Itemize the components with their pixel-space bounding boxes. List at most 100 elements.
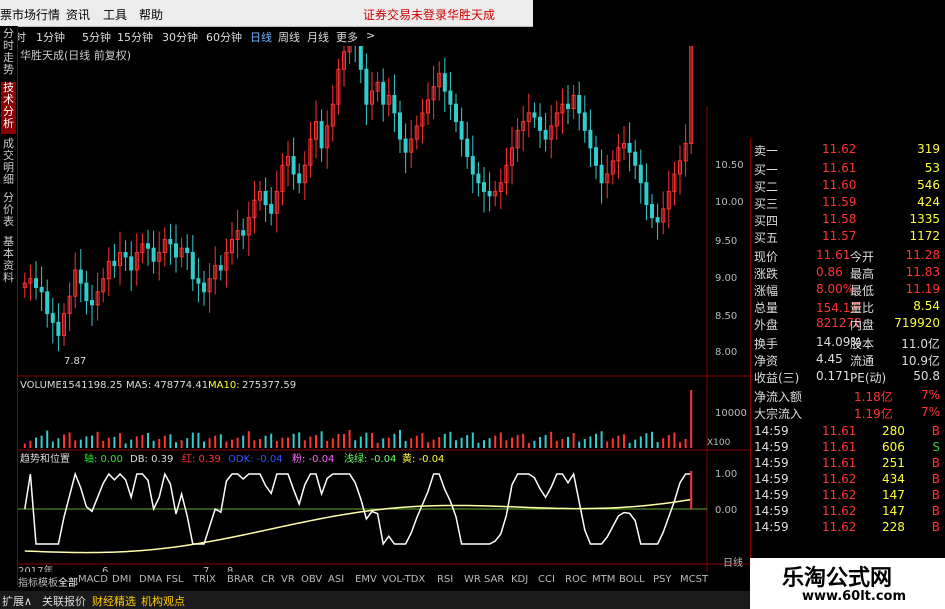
candle-body	[566, 103, 570, 110]
stat-label: 涨幅	[754, 284, 779, 298]
stat-label: 净资	[754, 354, 779, 368]
indicator-tab[interactable]: MTM	[592, 574, 615, 585]
indicator-tab[interactable]: MCST	[680, 574, 708, 585]
indicator-tab[interactable]: CCI	[538, 574, 555, 585]
tick-row[interactable]: 14:59 11.61 251 B	[754, 456, 944, 472]
period-tab[interactable]: 60分钟	[206, 29, 242, 45]
period-tab-next[interactable]: >	[366, 29, 375, 42]
flow-row[interactable]: 净流入额 1.18亿 7%	[754, 388, 944, 404]
order-book-row[interactable]: 买二 11.60 546	[754, 178, 944, 194]
indicator-tab[interactable]: FSL	[166, 574, 184, 585]
stat-row[interactable]: 净资 4.45 流通 10.9亿	[754, 352, 944, 368]
login-notice[interactable]: 证券交易未登录	[363, 6, 447, 23]
nav-tab-timeshare[interactable]: 分时走势	[1, 28, 16, 78]
price-tick: 8.00	[715, 347, 737, 358]
tick-time: 14:59	[754, 456, 789, 470]
indicator-tab[interactable]: VOL-TDX	[382, 574, 425, 585]
status-finance-picks[interactable]: 财经精选	[92, 593, 136, 609]
book-volume: 546	[917, 178, 940, 192]
indicator-tab[interactable]: BRAR	[227, 574, 254, 585]
menu-help[interactable]: 帮助	[139, 6, 163, 23]
period-tab-daily[interactable]: 日线	[250, 29, 272, 45]
indicator-tab[interactable]: EMV	[355, 574, 377, 585]
period-tab-more[interactable]: 更多	[336, 29, 358, 45]
period-tab[interactable]: 5分钟	[82, 29, 111, 45]
menu-tools[interactable]: 工具	[103, 6, 127, 23]
stat-row[interactable]: 涨幅 8.00% 最低 11.19	[754, 282, 944, 298]
chart-area[interactable]: 华胜天成(日线 前复权) 10.50 10.00 9.50 9.00 8.50 …	[18, 46, 750, 572]
ma5-value: 478774.41	[154, 380, 208, 391]
tick-volume: 606	[882, 440, 905, 454]
tick-price: 11.62	[822, 504, 857, 518]
tick-row[interactable]: 14:59 11.61 280 B	[754, 424, 944, 440]
indicator-tab[interactable]: KDJ	[511, 574, 528, 585]
indicator-tab[interactable]: MACD	[78, 574, 108, 585]
stat-row[interactable]: 涨跌 0.86 最高 11.83	[754, 265, 944, 281]
stat-label: 最高	[850, 267, 875, 281]
indicator-tab[interactable]: RSI	[437, 574, 453, 585]
tick-price: 11.62	[822, 488, 857, 502]
period-tab[interactable]: 15分钟	[117, 29, 153, 45]
indicator-tab[interactable]: 指标	[18, 574, 38, 589]
tick-side: B	[931, 424, 940, 438]
indicator-tab[interactable]: CR	[261, 574, 275, 585]
indicator-tab[interactable]: BOLL	[619, 574, 645, 585]
order-book-row[interactable]: 买五 11.57 1172	[754, 229, 944, 245]
tick-price: 11.61	[822, 440, 857, 454]
tick-row[interactable]: 14:59 11.62 228 B	[754, 520, 944, 536]
indicator-tab[interactable]: TRIX	[193, 574, 216, 585]
indicator-tab[interactable]: VR	[281, 574, 295, 585]
tick-row[interactable]: 14:59 11.61 606 S	[754, 440, 944, 456]
order-book-row[interactable]: 买三 11.59 424	[754, 195, 944, 211]
stat-row[interactable]: 现价 11.61 今开 11.28	[754, 248, 944, 264]
flow-row[interactable]: 大宗流入 1.19亿 7%	[754, 405, 944, 421]
indicator-tab[interactable]: DMA	[139, 574, 162, 585]
status-institution[interactable]: 机构观点	[141, 593, 185, 609]
status-expand[interactable]: 扩展∧	[2, 593, 32, 609]
candle-body	[532, 112, 537, 118]
nav-tab-price-table[interactable]: 分价表	[1, 192, 16, 232]
broker-name[interactable]: 华胜天成	[447, 6, 495, 23]
stat-value: 11.83	[905, 265, 940, 279]
candle-body	[392, 94, 397, 114]
indicator-tab[interactable]: WR	[464, 574, 481, 585]
candle-body	[297, 173, 302, 184]
indicator-tab[interactable]: OBV	[301, 574, 322, 585]
indicator-tab[interactable]: DMI	[112, 574, 131, 585]
order-book-row[interactable]: 买一 11.61 53	[754, 161, 944, 177]
tick-side: B	[931, 472, 940, 486]
indicator-tab[interactable]: ROC	[565, 574, 587, 585]
indicator-tab[interactable]: 模板	[38, 574, 58, 589]
tick-volume: 147	[882, 488, 905, 502]
candle-body	[650, 204, 654, 219]
candle-body	[291, 156, 296, 175]
tick-row[interactable]: 14:59 11.62 434 B	[754, 472, 944, 488]
indicator-tab[interactable]: ASI	[328, 574, 344, 585]
period-tab[interactable]: 周线	[278, 29, 300, 45]
nav-tab-trades[interactable]: 成交明细	[1, 138, 16, 188]
candle-body	[39, 286, 44, 293]
stat-row[interactable]: 收益(三) 0.171 PE(动) 50.8	[754, 369, 944, 385]
tick-row[interactable]: 14:59 11.62 147 B	[754, 504, 944, 520]
nav-tab-fundamentals[interactable]: 基本资料	[1, 236, 16, 288]
period-tab[interactable]: 月线	[307, 29, 329, 45]
stat-value: 11.0亿	[901, 337, 940, 351]
stat-row[interactable]: 换手 14.09% 股本 11.0亿	[754, 335, 944, 351]
menu-news[interactable]: 资讯	[66, 6, 90, 23]
candle-body	[78, 269, 83, 284]
stat-row[interactable]: 外盘 821278 内盘 719920	[754, 316, 944, 332]
menu-market[interactable]: 票市场行情	[0, 6, 60, 23]
indicator-tab[interactable]: SAR	[484, 574, 504, 585]
tick-row[interactable]: 14:59 11.62 147 B	[754, 488, 944, 504]
period-tab[interactable]: 1分钟	[36, 29, 65, 45]
period-tab[interactable]: 30分钟	[162, 29, 198, 45]
order-book-row[interactable]: 卖一 11.62 319	[754, 142, 944, 158]
indicator-tab[interactable]: 全部	[58, 574, 78, 589]
status-related-quote[interactable]: 关联报价	[42, 593, 86, 609]
nav-tab-technical[interactable]: 技术分析	[1, 82, 16, 134]
kline-chart[interactable]: 华胜天成(日线 前复权) 10.50 10.00 9.50 9.00 8.50 …	[18, 46, 750, 572]
indicator-tab[interactable]: PSY	[653, 574, 672, 585]
order-book-row[interactable]: 买四 11.58 1335	[754, 212, 944, 228]
candle-body	[588, 129, 593, 149]
stat-row[interactable]: 总量 154.1万 量比 8.54	[754, 299, 944, 315]
